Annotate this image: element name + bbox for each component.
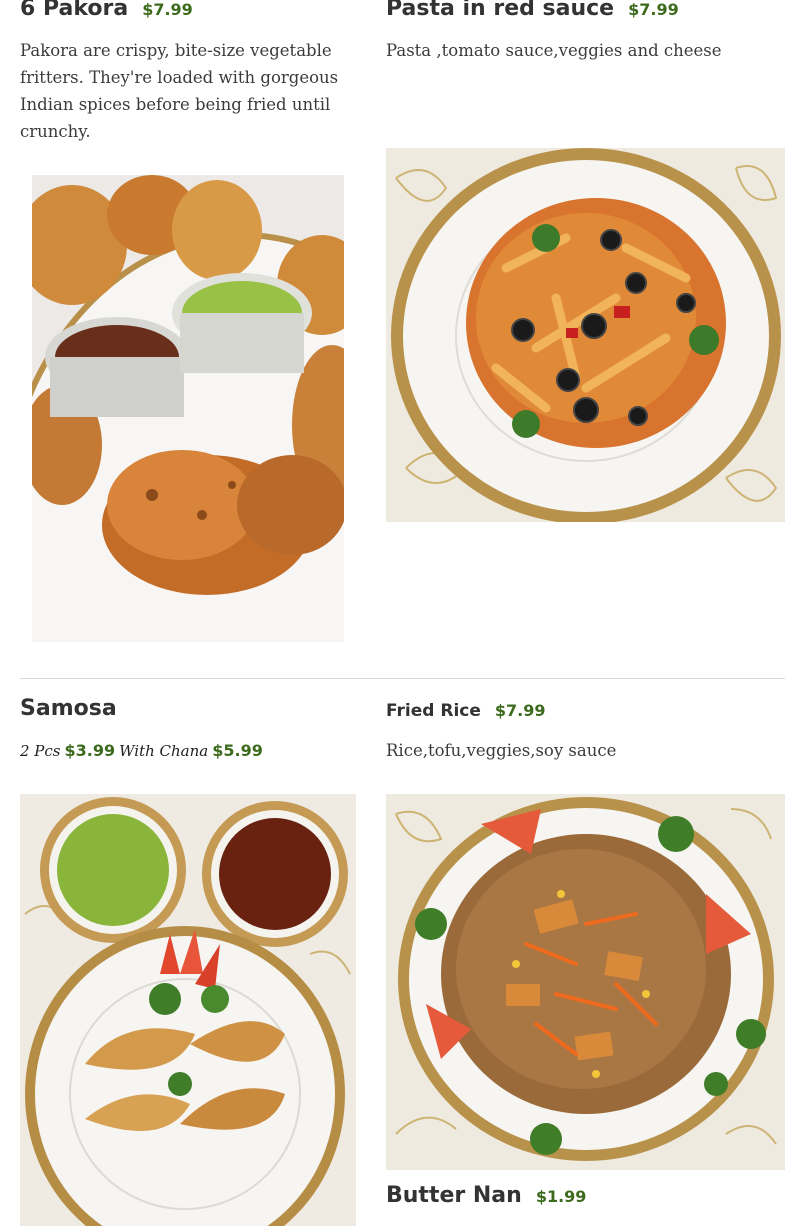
variant-price: $5.99 — [212, 741, 263, 760]
variant-label: 2 Pcs — [20, 742, 61, 760]
pakora-photo — [32, 175, 344, 642]
item-name: Butter Nan — [386, 1183, 522, 1208]
item-title-butter-nan: Butter Nan $1.99 — [386, 1183, 586, 1208]
item-price: $7.99 — [494, 701, 546, 720]
item-name: 6 Pakora — [20, 0, 129, 21]
item-description: Pakora are crispy, bite-size vegetable f… — [20, 41, 339, 141]
pasta-photo — [386, 148, 785, 522]
item-price: $7.99 — [142, 0, 193, 19]
item-description: Pasta ,tomato sauce,veggies and cheese — [386, 41, 722, 60]
item-title-samosa: Samosa — [20, 696, 117, 721]
variant-label: With Chana — [119, 742, 209, 760]
fried-rice-photo — [386, 794, 785, 1170]
item-title-pakora: 6 Pakora $7.99 — [20, 0, 193, 21]
section-divider — [20, 678, 785, 679]
item-name: Pasta in red sauce — [386, 0, 615, 21]
item-title-pasta: Pasta in red sauce $7.99 — [386, 0, 679, 21]
item-price: $7.99 — [628, 0, 679, 19]
variant-price: $3.99 — [64, 741, 116, 760]
samosa-variants: 2 Pcs $3.99 With Chana $5.99 — [20, 741, 267, 760]
item-name: Fried Rice — [386, 701, 481, 721]
item-title-fried-rice: Fried Rice $7.99 — [386, 701, 546, 721]
item-name: Samosa — [20, 696, 117, 721]
item-description: Rice,tofu,veggies,soy sauce — [386, 741, 617, 760]
samosa-photo — [20, 794, 356, 1226]
item-price: $1.99 — [535, 1187, 587, 1206]
